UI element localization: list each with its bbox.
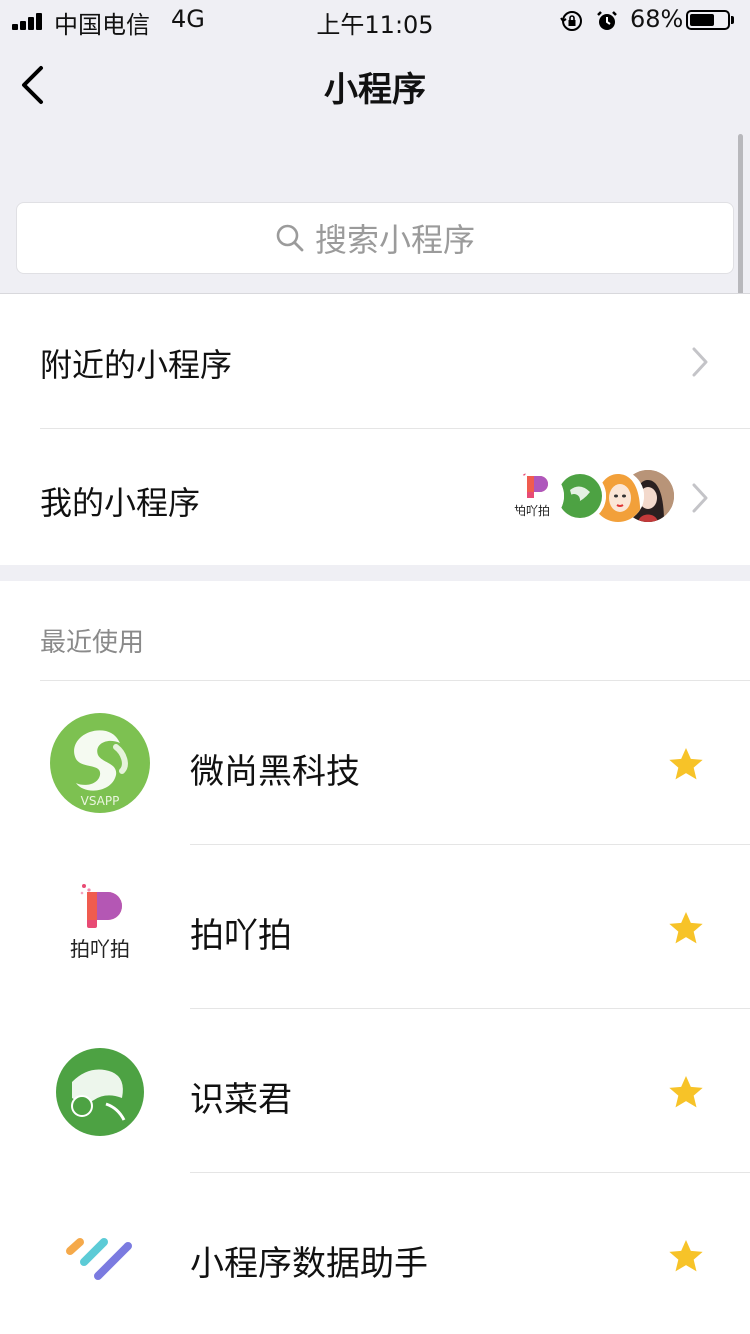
search-input[interactable]: 搜索小程序 (16, 202, 734, 274)
nearby-mini-programs-row[interactable]: 附近的小程序 (0, 294, 750, 429)
vsapp-logo-icon: VSAPP (50, 713, 150, 813)
paiyapai-logo-icon: 拍吖拍 (50, 878, 150, 978)
app-name: 小程序数据助手 (190, 1244, 428, 1284)
star-icon[interactable] (666, 745, 706, 785)
paiyapai-logo-text: 拍吖拍 (70, 937, 130, 961)
paiyapai-avatar-text: 拍吖拍 (514, 504, 551, 518)
section-gap (0, 565, 750, 581)
search-icon (276, 224, 304, 252)
alarm-icon (597, 11, 617, 30)
app-name: 微尚黑科技 (190, 752, 360, 792)
app-name: 拍吖拍 (190, 916, 292, 956)
app-name: 识菜君 (190, 1080, 292, 1120)
rotation-lock-icon (560, 11, 582, 31)
paiyapai-avatar: 拍吖拍 (512, 470, 564, 522)
page-title: 小程序 (324, 70, 426, 110)
star-icon[interactable] (666, 1073, 706, 1113)
chevron-right-icon (692, 347, 708, 377)
my-mini-programs-label: 我的小程序 (40, 484, 201, 522)
search-placeholder: 搜索小程序 (314, 221, 475, 259)
battery-percent: 68% (630, 5, 684, 33)
chevron-right-icon (692, 483, 708, 513)
star-icon[interactable] (666, 909, 706, 949)
data-assistant-logo-icon (50, 1206, 150, 1306)
divider (40, 428, 750, 429)
status-bar: 中国电信 4G 上午11:05 68% (0, 0, 750, 40)
recent-section-title: 最近使用 (40, 628, 145, 658)
vsapp-logo-text: VSAPP (81, 794, 120, 808)
shicaijun-logo-icon (56, 1048, 144, 1136)
nearby-label: 附近的小程序 (40, 346, 233, 384)
star-icon[interactable] (666, 1237, 706, 1277)
battery-cap (731, 16, 734, 24)
battery-icon (686, 10, 730, 30)
my-mini-programs-avatars: 拍吖拍 (512, 470, 676, 526)
